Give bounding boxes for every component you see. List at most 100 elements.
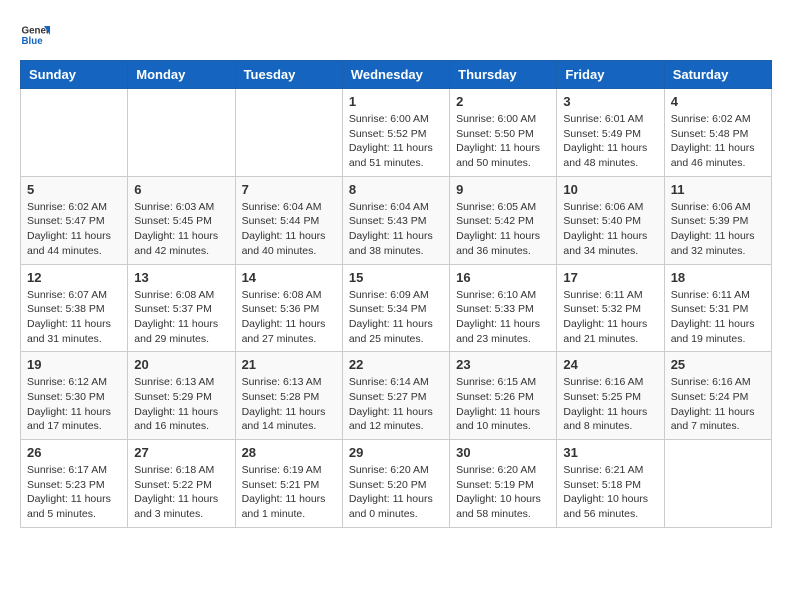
day-info: Sunrise: 6:03 AMSunset: 5:45 PMDaylight:… xyxy=(134,200,228,259)
day-info: Sunrise: 6:05 AMSunset: 5:42 PMDaylight:… xyxy=(456,200,550,259)
day-number: 25 xyxy=(671,357,765,372)
day-number: 5 xyxy=(27,182,121,197)
day-number: 19 xyxy=(27,357,121,372)
calendar-cell: 14 Sunrise: 6:08 AMSunset: 5:36 PMDayligh… xyxy=(235,264,342,352)
day-number: 10 xyxy=(563,182,657,197)
calendar-cell: 6Sunrise: 6:03 AMSunset: 5:45 PMDaylight… xyxy=(128,176,235,264)
day-info: Sunrise: 6:16 AMSunset: 5:24 PMDaylight:… xyxy=(671,375,765,434)
calendar-cell: 30Sunrise: 6:20 AMSunset: 5:19 PMDayligh… xyxy=(450,440,557,528)
logo-icon: General Blue xyxy=(20,20,50,50)
day-info: Sunrise: 6:12 AMSunset: 5:30 PMDaylight:… xyxy=(27,375,121,434)
logo: General Blue xyxy=(20,20,50,50)
calendar-cell xyxy=(21,89,128,177)
calendar-cell: 2Sunrise: 6:00 AMSunset: 5:50 PMDaylight… xyxy=(450,89,557,177)
calendar-cell: 21 Sunrise: 6:13 AMSunset: 5:28 PMDayligh… xyxy=(235,352,342,440)
day-info: Sunrise: 6:20 AMSunset: 5:19 PMDaylight:… xyxy=(456,463,550,522)
day-info: Sunrise: 6:16 AMSunset: 5:25 PMDaylight:… xyxy=(563,375,657,434)
day-number: 21 xyxy=(242,357,336,372)
weekday-header-thursday: Thursday xyxy=(450,61,557,89)
calendar-cell xyxy=(664,440,771,528)
day-info: Sunrise: 6:17 AMSunset: 5:23 PMDaylight:… xyxy=(27,463,121,522)
day-number: 29 xyxy=(349,445,443,460)
calendar-cell: 28 Sunrise: 6:19 AMSunset: 5:21 PMDayligh… xyxy=(235,440,342,528)
calendar-cell: 7 Sunrise: 6:04 AMSunset: 5:44 PMDaylight… xyxy=(235,176,342,264)
day-info: Sunrise: 6:13 AMSunset: 5:28 PMDaylight:… xyxy=(242,375,336,434)
day-info: Sunrise: 6:07 AMSunset: 5:38 PMDaylight:… xyxy=(27,288,121,347)
calendar: SundayMondayTuesdayWednesdayThursdayFrid… xyxy=(20,60,772,528)
day-number: 13 xyxy=(134,270,228,285)
weekday-header-friday: Friday xyxy=(557,61,664,89)
day-info: Sunrise: 6:02 AMSunset: 5:48 PMDaylight:… xyxy=(671,112,765,171)
calendar-cell: 18 Sunrise: 6:11 AMSunset: 5:31 PMDayligh… xyxy=(664,264,771,352)
calendar-cell: 26 Sunrise: 6:17 AMSunset: 5:23 PMDayligh… xyxy=(21,440,128,528)
week-row-3: 19 Sunrise: 6:12 AMSunset: 5:30 PMDayligh… xyxy=(21,352,772,440)
day-number: 18 xyxy=(671,270,765,285)
calendar-cell: 29 Sunrise: 6:20 AMSunset: 5:20 PMDayligh… xyxy=(342,440,449,528)
day-number: 3 xyxy=(563,94,657,109)
calendar-cell: 5 Sunrise: 6:02 AMSunset: 5:47 PMDaylight… xyxy=(21,176,128,264)
day-info: Sunrise: 6:06 AMSunset: 5:40 PMDaylight:… xyxy=(563,200,657,259)
calendar-cell: 23 Sunrise: 6:15 AMSunset: 5:26 PMDayligh… xyxy=(450,352,557,440)
day-info: Sunrise: 6:00 AMSunset: 5:50 PMDaylight:… xyxy=(456,112,550,171)
week-row-2: 12 Sunrise: 6:07 AMSunset: 5:38 PMDayligh… xyxy=(21,264,772,352)
calendar-cell: 10 Sunrise: 6:06 AMSunset: 5:40 PMDayligh… xyxy=(557,176,664,264)
calendar-cell: 13 Sunrise: 6:08 AMSunset: 5:37 PMDayligh… xyxy=(128,264,235,352)
day-info: Sunrise: 6:08 AMSunset: 5:37 PMDaylight:… xyxy=(134,288,228,347)
day-info: Sunrise: 6:18 AMSunset: 5:22 PMDaylight:… xyxy=(134,463,228,522)
day-number: 16 xyxy=(456,270,550,285)
day-info: Sunrise: 6:11 AMSunset: 5:32 PMDaylight:… xyxy=(563,288,657,347)
day-number: 14 xyxy=(242,270,336,285)
day-number: 26 xyxy=(27,445,121,460)
day-info: Sunrise: 6:04 AMSunset: 5:43 PMDaylight:… xyxy=(349,200,443,259)
day-info: Sunrise: 6:04 AMSunset: 5:44 PMDaylight:… xyxy=(242,200,336,259)
day-number: 28 xyxy=(242,445,336,460)
calendar-cell: 3 Sunrise: 6:01 AMSunset: 5:49 PMDaylight… xyxy=(557,89,664,177)
day-info: Sunrise: 6:02 AMSunset: 5:47 PMDaylight:… xyxy=(27,200,121,259)
calendar-cell: 11Sunrise: 6:06 AMSunset: 5:39 PMDayligh… xyxy=(664,176,771,264)
week-row-4: 26 Sunrise: 6:17 AMSunset: 5:23 PMDayligh… xyxy=(21,440,772,528)
day-info: Sunrise: 6:09 AMSunset: 5:34 PMDaylight:… xyxy=(349,288,443,347)
day-number: 11 xyxy=(671,182,765,197)
day-number: 8 xyxy=(349,182,443,197)
weekday-header-sunday: Sunday xyxy=(21,61,128,89)
day-info: Sunrise: 6:20 AMSunset: 5:20 PMDaylight:… xyxy=(349,463,443,522)
day-info: Sunrise: 6:01 AMSunset: 5:49 PMDaylight:… xyxy=(563,112,657,171)
day-number: 31 xyxy=(563,445,657,460)
calendar-cell: 22Sunrise: 6:14 AMSunset: 5:27 PMDayligh… xyxy=(342,352,449,440)
weekday-header-saturday: Saturday xyxy=(664,61,771,89)
header: General Blue xyxy=(20,20,772,50)
calendar-cell: 1Sunrise: 6:00 AMSunset: 5:52 PMDaylight… xyxy=(342,89,449,177)
day-number: 4 xyxy=(671,94,765,109)
day-number: 12 xyxy=(27,270,121,285)
calendar-cell: 27Sunrise: 6:18 AMSunset: 5:22 PMDayligh… xyxy=(128,440,235,528)
weekday-header-monday: Monday xyxy=(128,61,235,89)
weekday-header-row: SundayMondayTuesdayWednesdayThursdayFrid… xyxy=(21,61,772,89)
day-info: Sunrise: 6:10 AMSunset: 5:33 PMDaylight:… xyxy=(456,288,550,347)
calendar-cell xyxy=(235,89,342,177)
day-number: 9 xyxy=(456,182,550,197)
day-number: 17 xyxy=(563,270,657,285)
calendar-cell: 16 Sunrise: 6:10 AMSunset: 5:33 PMDayligh… xyxy=(450,264,557,352)
day-number: 1 xyxy=(349,94,443,109)
calendar-cell: 25 Sunrise: 6:16 AMSunset: 5:24 PMDayligh… xyxy=(664,352,771,440)
calendar-cell: 9 Sunrise: 6:05 AMSunset: 5:42 PMDaylight… xyxy=(450,176,557,264)
calendar-cell: 19 Sunrise: 6:12 AMSunset: 5:30 PMDayligh… xyxy=(21,352,128,440)
day-number: 20 xyxy=(134,357,228,372)
day-info: Sunrise: 6:08 AMSunset: 5:36 PMDaylight:… xyxy=(242,288,336,347)
day-info: Sunrise: 6:19 AMSunset: 5:21 PMDaylight:… xyxy=(242,463,336,522)
calendar-cell: 12 Sunrise: 6:07 AMSunset: 5:38 PMDayligh… xyxy=(21,264,128,352)
day-number: 23 xyxy=(456,357,550,372)
day-info: Sunrise: 6:15 AMSunset: 5:26 PMDaylight:… xyxy=(456,375,550,434)
day-number: 7 xyxy=(242,182,336,197)
day-info: Sunrise: 6:14 AMSunset: 5:27 PMDaylight:… xyxy=(349,375,443,434)
day-info: Sunrise: 6:11 AMSunset: 5:31 PMDaylight:… xyxy=(671,288,765,347)
week-row-1: 5 Sunrise: 6:02 AMSunset: 5:47 PMDaylight… xyxy=(21,176,772,264)
day-number: 24 xyxy=(563,357,657,372)
weekday-header-wednesday: Wednesday xyxy=(342,61,449,89)
day-number: 15 xyxy=(349,270,443,285)
calendar-cell: 31Sunrise: 6:21 AMSunset: 5:18 PMDayligh… xyxy=(557,440,664,528)
calendar-cell: 8 Sunrise: 6:04 AMSunset: 5:43 PMDaylight… xyxy=(342,176,449,264)
calendar-cell: 17 Sunrise: 6:11 AMSunset: 5:32 PMDayligh… xyxy=(557,264,664,352)
calendar-cell: 15 Sunrise: 6:09 AMSunset: 5:34 PMDayligh… xyxy=(342,264,449,352)
week-row-0: 1Sunrise: 6:00 AMSunset: 5:52 PMDaylight… xyxy=(21,89,772,177)
